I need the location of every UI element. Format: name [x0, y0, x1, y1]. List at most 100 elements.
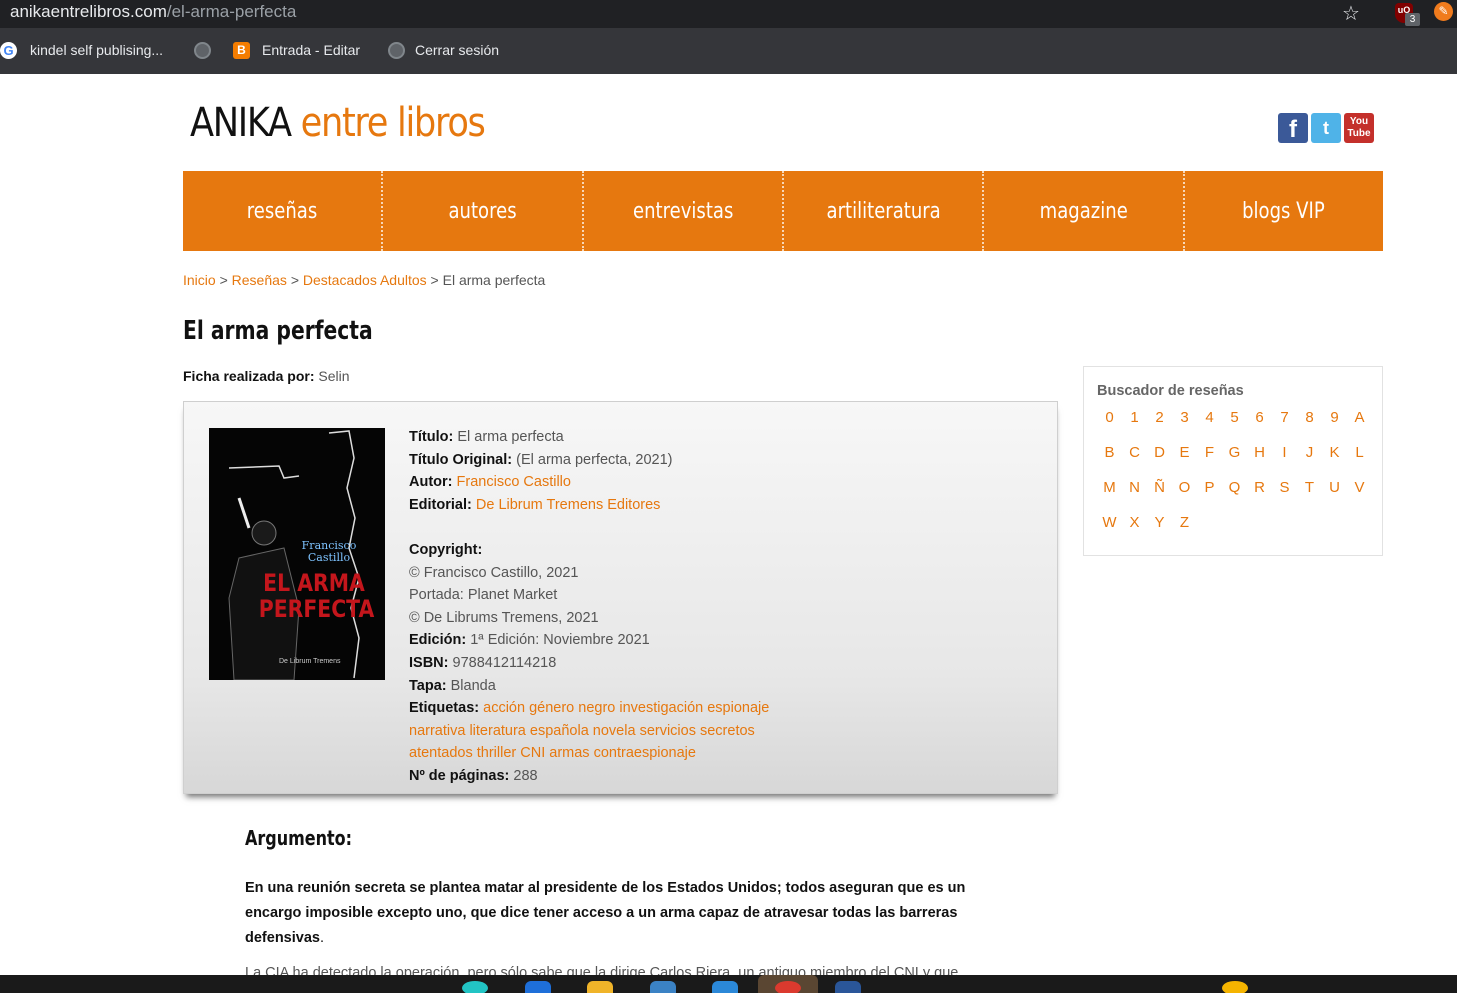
letter-link[interactable]: Q	[1222, 479, 1247, 496]
os-taskbar	[0, 975, 1457, 993]
letter-link[interactable]: G	[1222, 444, 1247, 461]
tag-link[interactable]: investigación	[619, 700, 703, 716]
tag-link[interactable]: espionaje	[707, 700, 769, 716]
taskbar-app-icon[interactable]	[712, 981, 738, 993]
url-text[interactable]: anikaentrelibros.com/el-arma-perfecta	[10, 2, 296, 22]
letter-link[interactable]: O	[1172, 479, 1197, 496]
nav-item-magazine[interactable]: magazine	[984, 171, 1185, 251]
taskbar-app-icon[interactable]	[650, 981, 676, 993]
tag-link[interactable]: contraespionaje	[594, 745, 696, 761]
letter-link[interactable]: 6	[1247, 409, 1272, 426]
letter-link[interactable]: M	[1097, 479, 1122, 496]
cover-author: Francisco Castillo	[301, 539, 357, 564]
facebook-icon[interactable]: f	[1278, 113, 1308, 143]
letter-link[interactable]: Y	[1147, 514, 1172, 531]
tag-link[interactable]: género negro	[529, 700, 615, 716]
letter-link[interactable]: L	[1347, 444, 1372, 461]
detail-copyright: Copyright:	[409, 541, 483, 558]
bookmark-kindel[interactable]: kindel self publising...	[30, 42, 163, 58]
tag-link[interactable]: armas	[549, 745, 589, 761]
tag-link[interactable]: narrativa	[409, 723, 465, 739]
breadcrumb-current: El arma perfecta	[442, 272, 546, 288]
tag-link[interactable]: novela	[593, 723, 636, 739]
letter-link[interactable]: B	[1097, 444, 1122, 461]
letter-link[interactable]: U	[1322, 479, 1347, 496]
detail-paginas: Nº de páginas: 288	[409, 767, 538, 784]
book-info-box: Francisco Castillo EL ARMA PERFECTA De L…	[183, 401, 1058, 794]
globe-icon	[388, 42, 405, 59]
detail-isbn: ISBN: 9788412114218	[409, 654, 557, 671]
detail-titulo: Título: El arma perfecta	[409, 429, 564, 445]
letter-link[interactable]: W	[1097, 514, 1122, 531]
letter-link[interactable]: F	[1197, 444, 1222, 461]
letter-link[interactable]: 2	[1147, 409, 1172, 426]
tag-link[interactable]: acción	[483, 700, 525, 716]
letter-link[interactable]: V	[1347, 479, 1372, 496]
letter-link[interactable]: D	[1147, 444, 1172, 461]
letter-link[interactable]: 3	[1172, 409, 1197, 426]
youtube-icon[interactable]: You Tube	[1344, 113, 1374, 143]
letter-link[interactable]: 5	[1222, 409, 1247, 426]
nav-item-autores[interactable]: autores	[383, 171, 584, 251]
letter-link[interactable]: T	[1297, 479, 1322, 496]
folder-icon[interactable]	[587, 981, 613, 993]
nav-item-resenas[interactable]: reseñas	[183, 171, 384, 251]
globe-icon	[194, 42, 211, 59]
nav-item-blogs-vip[interactable]: blogs VIP	[1185, 171, 1383, 251]
bookmark-entrada[interactable]: Entrada - Editar	[262, 42, 360, 58]
letter-link[interactable]: 9	[1322, 409, 1347, 426]
tag-link[interactable]: literatura española	[469, 723, 588, 739]
site-logo[interactable]: ANIKA entre libros	[190, 100, 486, 146]
taskbar-app-icon[interactable]	[462, 981, 488, 993]
letter-link[interactable]: N	[1122, 479, 1147, 496]
book-details: Título: El arma perfecta Título Original…	[409, 426, 829, 788]
letter-link[interactable]: H	[1247, 444, 1272, 461]
autor-link[interactable]: Francisco Castillo	[457, 474, 571, 490]
main-nav: reseñas autores entrevistas artiliteratu…	[183, 171, 1383, 251]
letter-link[interactable]: 7	[1272, 409, 1297, 426]
letter-link[interactable]: K	[1322, 444, 1347, 461]
book-cover-image[interactable]: Francisco Castillo EL ARMA PERFECTA De L…	[209, 428, 385, 680]
extension-badge: 3	[1405, 13, 1420, 26]
letter-link[interactable]: X	[1122, 514, 1147, 531]
letter-link[interactable]: C	[1122, 444, 1147, 461]
tag-link[interactable]: thriller	[477, 745, 516, 761]
browser-address-bar[interactable]: anikaentrelibros.com/el-arma-perfecta ☆ …	[0, 0, 1457, 28]
tag-link[interactable]: CNI	[520, 745, 545, 761]
detail-editorial: Editorial: De Librum Tremens Editores	[409, 496, 661, 513]
argumento-text: En una reunión secreta se plantea matar …	[245, 880, 966, 946]
letter-link[interactable]: Ñ	[1147, 479, 1172, 496]
breadcrumb-inicio[interactable]: Inicio	[183, 272, 216, 288]
breadcrumb-resenas[interactable]: Reseñas	[232, 272, 287, 288]
letter-link[interactable]: 4	[1197, 409, 1222, 426]
letter-link[interactable]: S	[1272, 479, 1297, 496]
letter-link[interactable]: A	[1347, 409, 1372, 426]
breadcrumb-destacados[interactable]: Destacados Adultos	[303, 272, 427, 288]
taskbar-tray-icon[interactable]	[1222, 981, 1248, 993]
letter-link[interactable]: I	[1272, 444, 1297, 461]
letter-link[interactable]: P	[1197, 479, 1222, 496]
extension-icon[interactable]: ✎	[1434, 2, 1453, 21]
letter-link[interactable]: R	[1247, 479, 1272, 496]
blogger-icon: B	[233, 42, 250, 59]
word-icon[interactable]	[835, 981, 861, 993]
detail-edicion: Edición: 1ª Edición: Noviembre 2021	[409, 632, 650, 649]
editorial-link[interactable]: De Librum Tremens Editores	[476, 497, 661, 513]
review-search-title: Buscador de reseñas	[1097, 383, 1244, 399]
bookmark-cerrar-sesion[interactable]: Cerrar sesión	[415, 42, 499, 58]
letter-link[interactable]: Z	[1172, 514, 1197, 531]
letter-link[interactable]: 8	[1297, 409, 1322, 426]
twitter-icon[interactable]: t	[1311, 113, 1341, 143]
chrome-icon[interactable]	[775, 981, 801, 993]
letter-link[interactable]: E	[1172, 444, 1197, 461]
letter-link[interactable]: J	[1297, 444, 1322, 461]
taskbar-app-icon[interactable]	[525, 981, 551, 993]
tag-link[interactable]: atentados	[409, 745, 473, 761]
letter-link[interactable]: 0	[1097, 409, 1122, 426]
letter-link[interactable]: 1	[1122, 409, 1147, 426]
nav-item-artiliteratura[interactable]: artiliteratura	[784, 171, 985, 251]
breadcrumb: Inicio > Reseñas > Destacados Adultos > …	[183, 272, 546, 288]
nav-item-entrevistas[interactable]: entrevistas	[584, 171, 784, 251]
tag-link[interactable]: servicios secretos	[640, 723, 755, 739]
bookmark-star-icon[interactable]: ☆	[1342, 1, 1360, 26]
